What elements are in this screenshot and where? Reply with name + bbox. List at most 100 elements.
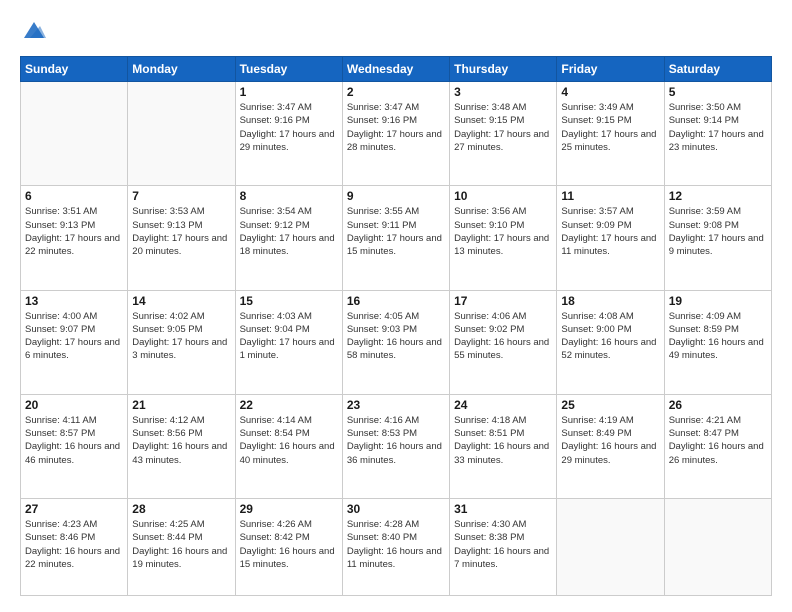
day-info: Sunrise: 3:53 AM Sunset: 9:13 PM Dayligh…: [132, 205, 230, 258]
calendar-cell: 30Sunrise: 4:28 AM Sunset: 8:40 PM Dayli…: [342, 499, 449, 596]
day-number: 11: [561, 189, 659, 203]
calendar-header-thursday: Thursday: [450, 57, 557, 82]
day-number: 22: [240, 398, 338, 412]
calendar-week-row: 6 Sunrise: 3:51 AM Sunset: 9:13 PM Daylig…: [21, 186, 772, 290]
day-info: Sunrise: 4:12 AM Sunset: 8:56 PM Dayligh…: [132, 414, 230, 467]
logo-icon: [20, 16, 48, 44]
day-info: Sunrise: 4:18 AM Sunset: 8:51 PM Dayligh…: [454, 414, 552, 467]
day-info: Sunrise: 3:51 AM Sunset: 9:13 PM Dayligh…: [25, 205, 123, 258]
day-info: Sunrise: 4:14 AM Sunset: 8:54 PM Dayligh…: [240, 414, 338, 467]
day-info: Sunrise: 3:47 AM Sunset: 9:16 PM Dayligh…: [240, 101, 338, 154]
day-number: 23: [347, 398, 445, 412]
day-info: Sunrise: 4:09 AM Sunset: 8:59 PM Dayligh…: [669, 310, 767, 363]
day-info: Sunrise: 4:06 AM Sunset: 9:02 PM Dayligh…: [454, 310, 552, 363]
calendar-cell: 10 Sunrise: 3:56 AM Sunset: 9:10 PM Dayli…: [450, 186, 557, 290]
calendar-cell: 6 Sunrise: 3:51 AM Sunset: 9:13 PM Daylig…: [21, 186, 128, 290]
day-number: 16: [347, 294, 445, 308]
calendar-cell: 15 Sunrise: 4:03 AM Sunset: 9:04 PM Dayli…: [235, 290, 342, 394]
calendar-header-row: SundayMondayTuesdayWednesdayThursdayFrid…: [21, 57, 772, 82]
day-info: Sunrise: 4:19 AM Sunset: 8:49 PM Dayligh…: [561, 414, 659, 467]
calendar-header-saturday: Saturday: [664, 57, 771, 82]
calendar-week-row: 27 Sunrise: 4:23 AM Sunset: 8:46 PM Dayli…: [21, 499, 772, 596]
calendar-header-monday: Monday: [128, 57, 235, 82]
calendar-header-friday: Friday: [557, 57, 664, 82]
day-number: 27: [25, 502, 123, 516]
day-number: 18: [561, 294, 659, 308]
day-info: Sunrise: 4:02 AM Sunset: 9:05 PM Dayligh…: [132, 310, 230, 363]
day-number: 21: [132, 398, 230, 412]
day-number: 28: [132, 502, 230, 516]
calendar-cell: 26 Sunrise: 4:21 AM Sunset: 8:47 PM Dayli…: [664, 394, 771, 498]
day-info: Sunrise: 4:23 AM Sunset: 8:46 PM Dayligh…: [25, 518, 123, 571]
day-number: 7: [132, 189, 230, 203]
calendar-cell: 12 Sunrise: 3:59 AM Sunset: 9:08 PM Dayli…: [664, 186, 771, 290]
calendar-cell: 27 Sunrise: 4:23 AM Sunset: 8:46 PM Dayli…: [21, 499, 128, 596]
day-number: 15: [240, 294, 338, 308]
calendar-cell: 23 Sunrise: 4:16 AM Sunset: 8:53 PM Dayli…: [342, 394, 449, 498]
calendar-header-sunday: Sunday: [21, 57, 128, 82]
day-info: Sunrise: 4:00 AM Sunset: 9:07 PM Dayligh…: [25, 310, 123, 363]
day-info: Sunrise: 4:25 AM Sunset: 8:44 PM Dayligh…: [132, 518, 230, 571]
day-number: 24: [454, 398, 552, 412]
calendar-cell: 7 Sunrise: 3:53 AM Sunset: 9:13 PM Daylig…: [128, 186, 235, 290]
header: [20, 16, 772, 44]
day-number: 2: [347, 85, 445, 99]
day-info: Sunrise: 3:55 AM Sunset: 9:11 PM Dayligh…: [347, 205, 445, 258]
calendar-cell: 13 Sunrise: 4:00 AM Sunset: 9:07 PM Dayli…: [21, 290, 128, 394]
day-number: 14: [132, 294, 230, 308]
calendar-cell: 3Sunrise: 3:48 AM Sunset: 9:15 PM Daylig…: [450, 82, 557, 186]
calendar-week-row: 13 Sunrise: 4:00 AM Sunset: 9:07 PM Dayli…: [21, 290, 772, 394]
day-info: Sunrise: 4:21 AM Sunset: 8:47 PM Dayligh…: [669, 414, 767, 467]
calendar-cell: [21, 82, 128, 186]
day-info: Sunrise: 4:11 AM Sunset: 8:57 PM Dayligh…: [25, 414, 123, 467]
calendar-cell: 4Sunrise: 3:49 AM Sunset: 9:15 PM Daylig…: [557, 82, 664, 186]
day-info: Sunrise: 4:08 AM Sunset: 9:00 PM Dayligh…: [561, 310, 659, 363]
day-number: 8: [240, 189, 338, 203]
calendar-cell: 22 Sunrise: 4:14 AM Sunset: 8:54 PM Dayli…: [235, 394, 342, 498]
day-number: 1: [240, 85, 338, 99]
day-number: 31: [454, 502, 552, 516]
day-number: 10: [454, 189, 552, 203]
day-number: 26: [669, 398, 767, 412]
day-info: Sunrise: 3:49 AM Sunset: 9:15 PM Dayligh…: [561, 101, 659, 154]
day-number: 6: [25, 189, 123, 203]
calendar-cell: 20 Sunrise: 4:11 AM Sunset: 8:57 PM Dayli…: [21, 394, 128, 498]
calendar-cell: 5 Sunrise: 3:50 AM Sunset: 9:14 PM Daylig…: [664, 82, 771, 186]
day-number: 12: [669, 189, 767, 203]
calendar-cell: 11 Sunrise: 3:57 AM Sunset: 9:09 PM Dayli…: [557, 186, 664, 290]
day-info: Sunrise: 4:03 AM Sunset: 9:04 PM Dayligh…: [240, 310, 338, 363]
calendar-table: SundayMondayTuesdayWednesdayThursdayFrid…: [20, 56, 772, 596]
calendar-cell: 25 Sunrise: 4:19 AM Sunset: 8:49 PM Dayli…: [557, 394, 664, 498]
day-number: 20: [25, 398, 123, 412]
day-info: Sunrise: 4:26 AM Sunset: 8:42 PM Dayligh…: [240, 518, 338, 571]
calendar-cell: 21 Sunrise: 4:12 AM Sunset: 8:56 PM Dayli…: [128, 394, 235, 498]
day-info: Sunrise: 3:50 AM Sunset: 9:14 PM Dayligh…: [669, 101, 767, 154]
day-number: 5: [669, 85, 767, 99]
calendar-cell: 28 Sunrise: 4:25 AM Sunset: 8:44 PM Dayli…: [128, 499, 235, 596]
calendar-cell: 14 Sunrise: 4:02 AM Sunset: 9:05 PM Dayli…: [128, 290, 235, 394]
calendar-cell: [128, 82, 235, 186]
calendar-cell: 8Sunrise: 3:54 AM Sunset: 9:12 PM Daylig…: [235, 186, 342, 290]
day-number: 3: [454, 85, 552, 99]
day-info: Sunrise: 4:16 AM Sunset: 8:53 PM Dayligh…: [347, 414, 445, 467]
day-number: 29: [240, 502, 338, 516]
calendar-cell: [557, 499, 664, 596]
calendar-cell: [664, 499, 771, 596]
day-info: Sunrise: 3:59 AM Sunset: 9:08 PM Dayligh…: [669, 205, 767, 258]
day-number: 13: [25, 294, 123, 308]
page: SundayMondayTuesdayWednesdayThursdayFrid…: [0, 0, 792, 612]
calendar-cell: 18 Sunrise: 4:08 AM Sunset: 9:00 PM Dayli…: [557, 290, 664, 394]
day-number: 25: [561, 398, 659, 412]
day-info: Sunrise: 3:56 AM Sunset: 9:10 PM Dayligh…: [454, 205, 552, 258]
day-number: 9: [347, 189, 445, 203]
calendar-header-wednesday: Wednesday: [342, 57, 449, 82]
calendar-cell: 17 Sunrise: 4:06 AM Sunset: 9:02 PM Dayli…: [450, 290, 557, 394]
calendar-week-row: 1 Sunrise: 3:47 AM Sunset: 9:16 PM Daylig…: [21, 82, 772, 186]
day-info: Sunrise: 3:57 AM Sunset: 9:09 PM Dayligh…: [561, 205, 659, 258]
day-info: Sunrise: 4:28 AM Sunset: 8:40 PM Dayligh…: [347, 518, 445, 571]
calendar-cell: 24 Sunrise: 4:18 AM Sunset: 8:51 PM Dayli…: [450, 394, 557, 498]
day-info: Sunrise: 4:30 AM Sunset: 8:38 PM Dayligh…: [454, 518, 552, 571]
day-number: 17: [454, 294, 552, 308]
calendar-cell: 19 Sunrise: 4:09 AM Sunset: 8:59 PM Dayli…: [664, 290, 771, 394]
day-number: 19: [669, 294, 767, 308]
